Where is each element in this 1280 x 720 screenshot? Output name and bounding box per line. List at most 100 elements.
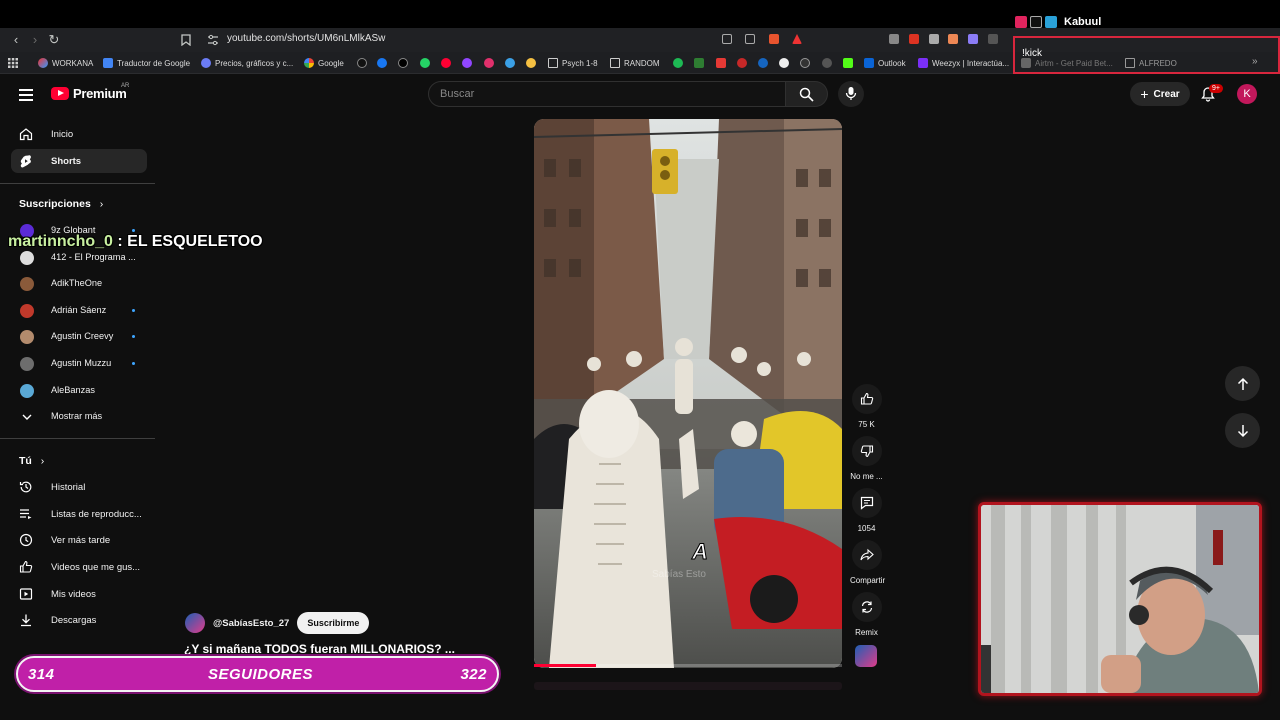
share-button[interactable]: Compartir [850, 540, 885, 585]
twitch-icon[interactable] [462, 58, 472, 68]
bookmark-icon-dark[interactable] [800, 58, 810, 68]
extension-icon[interactable] [948, 34, 958, 44]
followers-goal: 322 [460, 666, 487, 683]
share-page-icon[interactable] [745, 34, 755, 44]
followers-current: 314 [28, 666, 55, 683]
bookmark-icon-white[interactable] [779, 58, 789, 68]
sidebar-item-shorts[interactable]: Shorts [11, 149, 147, 173]
apps-grid-icon[interactable] [8, 58, 18, 68]
bookmark-folder-random[interactable]: RANDOM [610, 57, 660, 69]
facebook-icon[interactable] [377, 58, 387, 68]
sidebar-item-downloads[interactable]: Descargas [11, 608, 147, 632]
subscription-item[interactable]: AdikTheOne [18, 274, 148, 294]
search-box[interactable] [428, 81, 786, 107]
tiktok-icon[interactable] [357, 58, 367, 68]
bookmark-icon-gray[interactable] [822, 58, 832, 68]
video-title[interactable]: ¿Y si mañana TODOS fueran MILLONARIOS? .… [184, 642, 455, 656]
sidebar-item-playlists[interactable]: Listas de reproducc... [11, 502, 147, 526]
you-section-header[interactable]: Tú › [19, 455, 44, 467]
my-videos-icon [19, 588, 33, 600]
previous-short-button[interactable] [1225, 366, 1260, 401]
extension-icon[interactable] [968, 34, 978, 44]
bookmark-icon-green[interactable] [673, 58, 683, 68]
forward-icon[interactable]: › [27, 32, 43, 48]
show-more-button[interactable]: Mostrar más [18, 407, 148, 427]
channel-avatar [20, 304, 34, 318]
channel-name[interactable]: @SabíasEsto_27 [213, 618, 289, 629]
back-icon[interactable]: ‹ [8, 32, 24, 48]
streamer-name: Kabuul [1064, 16, 1102, 28]
subscription-item[interactable]: Agustin Creevy [18, 327, 148, 347]
site-info-icon[interactable] [207, 34, 219, 46]
sidebar-item-liked[interactable]: Videos que me gus... [11, 555, 147, 579]
url-text: youtube.com/shorts/UM6nLMlkASw [227, 33, 386, 44]
search-button[interactable] [786, 81, 828, 107]
mic-icon [845, 87, 857, 100]
bookmark-translate[interactable]: Traductor de Google [103, 57, 190, 69]
subscription-item[interactable]: 412 - El Programa ... [18, 248, 148, 268]
bookmark-icon-d[interactable] [694, 58, 704, 68]
bookmark-folder-psych[interactable]: Psych 1-8 [548, 57, 598, 69]
channel-avatar[interactable] [185, 613, 205, 633]
cast-icon[interactable] [722, 34, 732, 44]
bookmark-icon-red[interactable] [716, 58, 726, 68]
subscribe-button[interactable]: Suscribirme [297, 612, 370, 634]
youtube-premium-logo[interactable]: Premium AR [51, 83, 129, 101]
channel-avatar [20, 330, 34, 344]
extension-icon[interactable] [909, 34, 919, 44]
instagram-icon[interactable] [484, 58, 494, 68]
like-button[interactable]: 75 K [850, 384, 883, 429]
subscription-item[interactable]: Adrián Sáenz [18, 301, 148, 321]
next-short-button[interactable] [1225, 413, 1260, 448]
extension-icon[interactable] [929, 34, 939, 44]
video-frame: A Sabías Esto [534, 119, 842, 668]
channel-avatar [20, 251, 34, 265]
create-button[interactable]: + Crear [1130, 82, 1190, 106]
sidebar-item-home[interactable]: Inicio [11, 122, 147, 146]
channel-avatar [20, 384, 34, 398]
sidebar-item-watch-later[interactable]: Ver más tarde [11, 528, 147, 552]
search-input[interactable] [440, 88, 770, 100]
streamer-webcam [978, 502, 1262, 696]
bookmark-icon-red2[interactable] [737, 58, 747, 68]
x-icon[interactable] [398, 58, 408, 68]
followers-label: SEGUIDORES [208, 666, 314, 683]
share-icon [859, 548, 874, 561]
comment-icon [860, 496, 873, 510]
kick-icon[interactable] [843, 58, 853, 68]
reload-icon[interactable]: ↻ [46, 32, 62, 48]
bookmark-google[interactable]: Google [304, 57, 344, 69]
bookmark-icon[interactable] [181, 34, 191, 46]
menu-icon[interactable] [19, 89, 33, 101]
subscription-item[interactable]: AleBanzas [18, 381, 148, 401]
bookmark-weezyx[interactable]: Weezyx | Interactúa... [918, 57, 1009, 69]
arrow-down-icon [1237, 424, 1248, 437]
youtube-icon[interactable] [441, 58, 451, 68]
account-avatar[interactable]: K [1237, 84, 1257, 104]
bookmark-prices[interactable]: Precios, gráficos y c... [201, 57, 293, 69]
subscriptions-header[interactable]: Suscripciones › [19, 198, 103, 210]
chevron-right-icon: › [99, 198, 104, 210]
bookmark-icon-cloud[interactable] [505, 58, 515, 68]
bookmark-outlook[interactable]: Outlook [864, 57, 906, 69]
bookmark-icon-blue[interactable] [758, 58, 768, 68]
video-watermark: Sabías Esto [652, 569, 706, 580]
channel-thumbnail[interactable] [855, 645, 877, 667]
dislike-button[interactable]: No me ... [850, 436, 883, 481]
brave-shield-icon[interactable] [769, 34, 779, 44]
sidebar-item-history[interactable]: Historial [11, 475, 147, 499]
remix-button[interactable]: Remix [850, 592, 883, 637]
comments-button[interactable]: 1054 [850, 488, 883, 533]
sidebar-item-my-videos[interactable]: Mis videos [11, 582, 147, 606]
whatsapp-icon[interactable] [420, 58, 430, 68]
like-icon [860, 392, 873, 405]
extension-icon[interactable] [889, 34, 899, 44]
bookmark-workana[interactable]: WORKANA [38, 57, 93, 69]
voice-search-button[interactable] [838, 81, 864, 107]
short-video-player[interactable]: A Sabías Esto [534, 119, 842, 668]
watch-later-icon [19, 533, 33, 547]
extension-icon[interactable] [988, 34, 998, 44]
bookmark-icon-generic[interactable] [526, 58, 536, 68]
subscription-item[interactable]: Agustin Muzzu [18, 354, 148, 374]
address-bar[interactable]: youtube.com/shorts/UM6nLMlkASw [205, 31, 805, 49]
